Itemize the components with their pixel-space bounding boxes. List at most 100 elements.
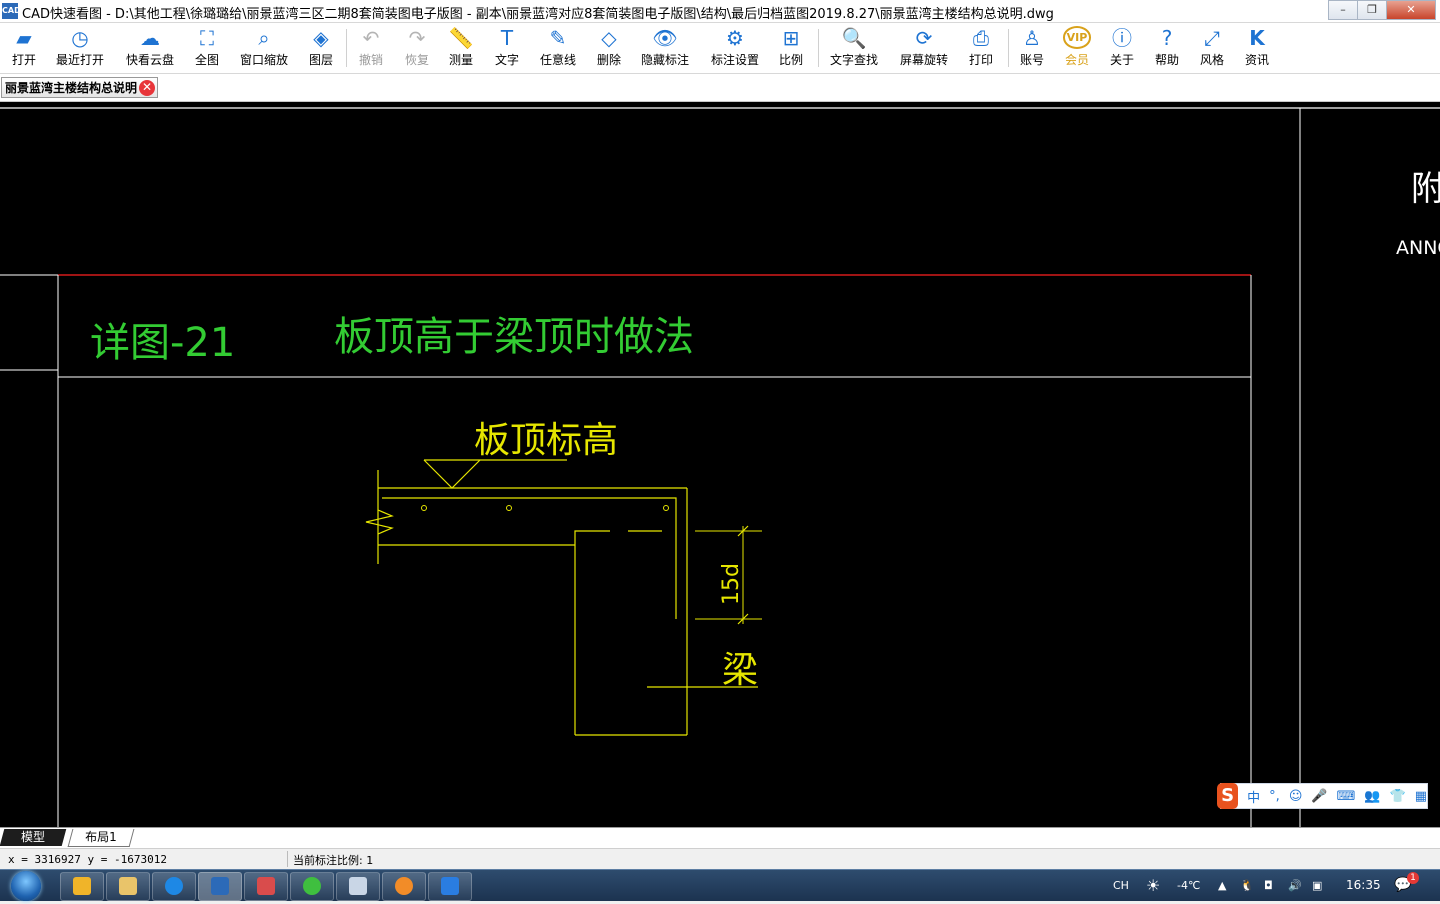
text-search-button[interactable]: 🔍 文字查找 (826, 25, 882, 71)
toolbar-separator (346, 29, 347, 67)
tray-clock[interactable]: 16:35 (1346, 870, 1381, 901)
detail-title: 板顶高于梁顶时做法 (334, 314, 694, 360)
emoji-icon[interactable]: ☺ (1289, 789, 1303, 804)
break-symbol (365, 509, 394, 535)
detail-number: 详图-21 (90, 320, 235, 366)
beam-label: 梁 (722, 650, 758, 691)
grid-icon[interactable]: ▦ (1415, 789, 1427, 804)
taskbar-player[interactable] (382, 872, 426, 901)
delete-button[interactable]: ◇ 删除 (590, 25, 628, 71)
tray-language[interactable]: CH (1113, 870, 1129, 901)
windows-logo-icon (11, 871, 41, 901)
weather-icon[interactable]: ☀ (1146, 870, 1160, 901)
tab-model[interactable]: 模型 (0, 829, 67, 846)
minimize-button[interactable]: – (1328, 0, 1358, 20)
users-icon[interactable]: 👥 (1364, 789, 1380, 804)
sogou-logo-icon[interactable]: S (1217, 783, 1239, 809)
app-icon: CAD (2, 3, 21, 19)
recent-button[interactable]: ◷ 最近打开 (52, 25, 108, 71)
taskbar-wechat[interactable] (60, 872, 104, 901)
about-button[interactable]: ⓘ 关于 (1103, 25, 1141, 71)
annotation-scale: 当前标注比例: 1 (293, 854, 374, 867)
tray-expand-icon[interactable]: ▲ (1218, 870, 1226, 901)
redo-icon: ↷ (408, 26, 426, 50)
right-char: 附 (1411, 169, 1440, 209)
window-controls: – ❐ ✕ (1328, 0, 1436, 20)
qq-icon[interactable]: 🐧 (1240, 870, 1254, 901)
beam-top-left (574, 530, 610, 545)
measure-button[interactable]: 📏 测量 (442, 25, 480, 71)
layout-tab-bar: 模型 布局1 (0, 827, 1440, 848)
punct-icon[interactable]: °, (1269, 789, 1280, 804)
tab-layout1[interactable]: 布局1 (67, 829, 135, 847)
taskbar-text-app[interactable] (428, 872, 472, 901)
cloud-icon: ☁ (140, 26, 160, 50)
fullview-icon: ⛶ (200, 26, 214, 50)
taskbar-browser[interactable] (152, 872, 196, 901)
text-icon: T (500, 26, 514, 50)
vip-button[interactable]: VIP 会员 (1058, 25, 1096, 71)
taskbar-cad[interactable] (198, 872, 242, 901)
app-icon (257, 877, 275, 895)
clock-icon: ◷ (71, 26, 89, 50)
taskbar-calculator[interactable] (336, 872, 380, 901)
keyboard-icon[interactable]: ⌨ (1337, 789, 1356, 804)
print-button[interactable]: ⎙ 打印 (962, 25, 1000, 71)
browser-icon (165, 877, 183, 895)
open-button[interactable]: ▰ 打开 (4, 25, 44, 71)
shirt-icon[interactable]: 👕 (1390, 789, 1406, 804)
drawing-canvas[interactable]: 详图-21 板顶高于梁顶时做法 板顶标高 15d 梁 附 ANN (0, 102, 1440, 827)
main-toolbar: ▰ 打开 ◷ 最近打开 ☁ 快看云盘 ⛶ 全图 ⌕ 窗口缩放 ◈ 图层 ↶ 撤销 ↷ 恢复 📏 测… (0, 23, 1440, 74)
freeline-button[interactable]: ✎ 任意线 (536, 25, 580, 71)
window-zoom-button[interactable]: ⌕ 窗口缩放 (236, 25, 292, 71)
taskbar-app[interactable] (244, 872, 288, 901)
help-button[interactable]: ? 帮助 (1148, 25, 1186, 71)
network-icon[interactable]: ▣ (1312, 870, 1322, 901)
wechat-icon (73, 877, 91, 895)
close-button[interactable]: ✕ (1386, 0, 1436, 20)
rebar-dot (506, 505, 512, 511)
ratio-icon: ⊞ (782, 26, 800, 50)
annotation-settings-button[interactable]: ⚙ 标注设置 (706, 25, 764, 71)
dimension-label: 15d (719, 563, 744, 605)
account-button[interactable]: ♙ 账号 (1013, 25, 1051, 71)
news-button[interactable]: K 资讯 (1238, 25, 1276, 71)
taskbar-explorer[interactable] (106, 872, 150, 901)
title-bar: CAD CAD快速看图 - D:\其他工程\徐璐璐给\丽景蓝湾三区二期8套简装图… (0, 0, 1440, 23)
rotate-screen-button[interactable]: ⟳ 屏幕旋转 (896, 25, 952, 71)
text-button[interactable]: T 文字 (488, 25, 526, 71)
volume-icon[interactable]: 🔊 (1288, 870, 1302, 901)
news-icon: K (1249, 26, 1265, 50)
maximize-button[interactable]: ❐ (1357, 0, 1387, 20)
eye-slash-icon: 👁 (652, 26, 678, 50)
tray-weather[interactable]: -4℃ (1177, 870, 1200, 901)
text-app-icon (441, 877, 459, 895)
fullview-button[interactable]: ⛶ 全图 (188, 25, 226, 71)
document-tab[interactable]: 丽景蓝湾主楼结构总说明 (1, 77, 158, 98)
layers-icon: ◈ (313, 26, 329, 50)
notification-badge: 1 (1407, 872, 1419, 884)
cursor-coordinates: x = 3316927 y = -1673012 (8, 853, 167, 866)
shield-icon[interactable]: ◘ (1264, 870, 1273, 901)
tab-close-icon[interactable]: ✕ (139, 80, 155, 96)
layers-button[interactable]: ◈ 图层 (302, 25, 340, 71)
taskbar-ie[interactable] (290, 872, 334, 901)
slab-top-label: 板顶标高 (474, 420, 618, 461)
vip-icon: VIP (1058, 25, 1096, 51)
cloud-button[interactable]: ☁ 快看云盘 (122, 25, 178, 71)
style-button[interactable]: ⤢ 风格 (1193, 25, 1231, 71)
rotate-screen-icon: ⟳ (915, 26, 933, 50)
undo-button[interactable]: ↶ 撤销 (352, 25, 390, 71)
ie-icon (303, 877, 321, 895)
hide-annotation-button[interactable]: 👁 隐藏标注 (638, 25, 692, 71)
rebar-dot (663, 505, 669, 511)
mic-icon[interactable]: 🎤 (1311, 789, 1327, 804)
redo-button[interactable]: ↷ 恢复 (398, 25, 436, 71)
start-button[interactable] (6, 871, 46, 901)
ratio-button[interactable]: ⊞ 比例 (772, 25, 810, 71)
ime-toolbar[interactable]: S 中 °, ☺ 🎤 ⌨ 👥 👕 ▦ (1217, 783, 1428, 809)
ime-lang[interactable]: 中 (1247, 787, 1260, 806)
windows-taskbar: CH ☀ -4℃ ▲ 🐧 ◘ 🔊 ▣ 16:35 💬 1 (0, 869, 1440, 901)
pen-icon: ✎ (549, 26, 567, 50)
right-anno-text: ANNO (1396, 237, 1440, 259)
